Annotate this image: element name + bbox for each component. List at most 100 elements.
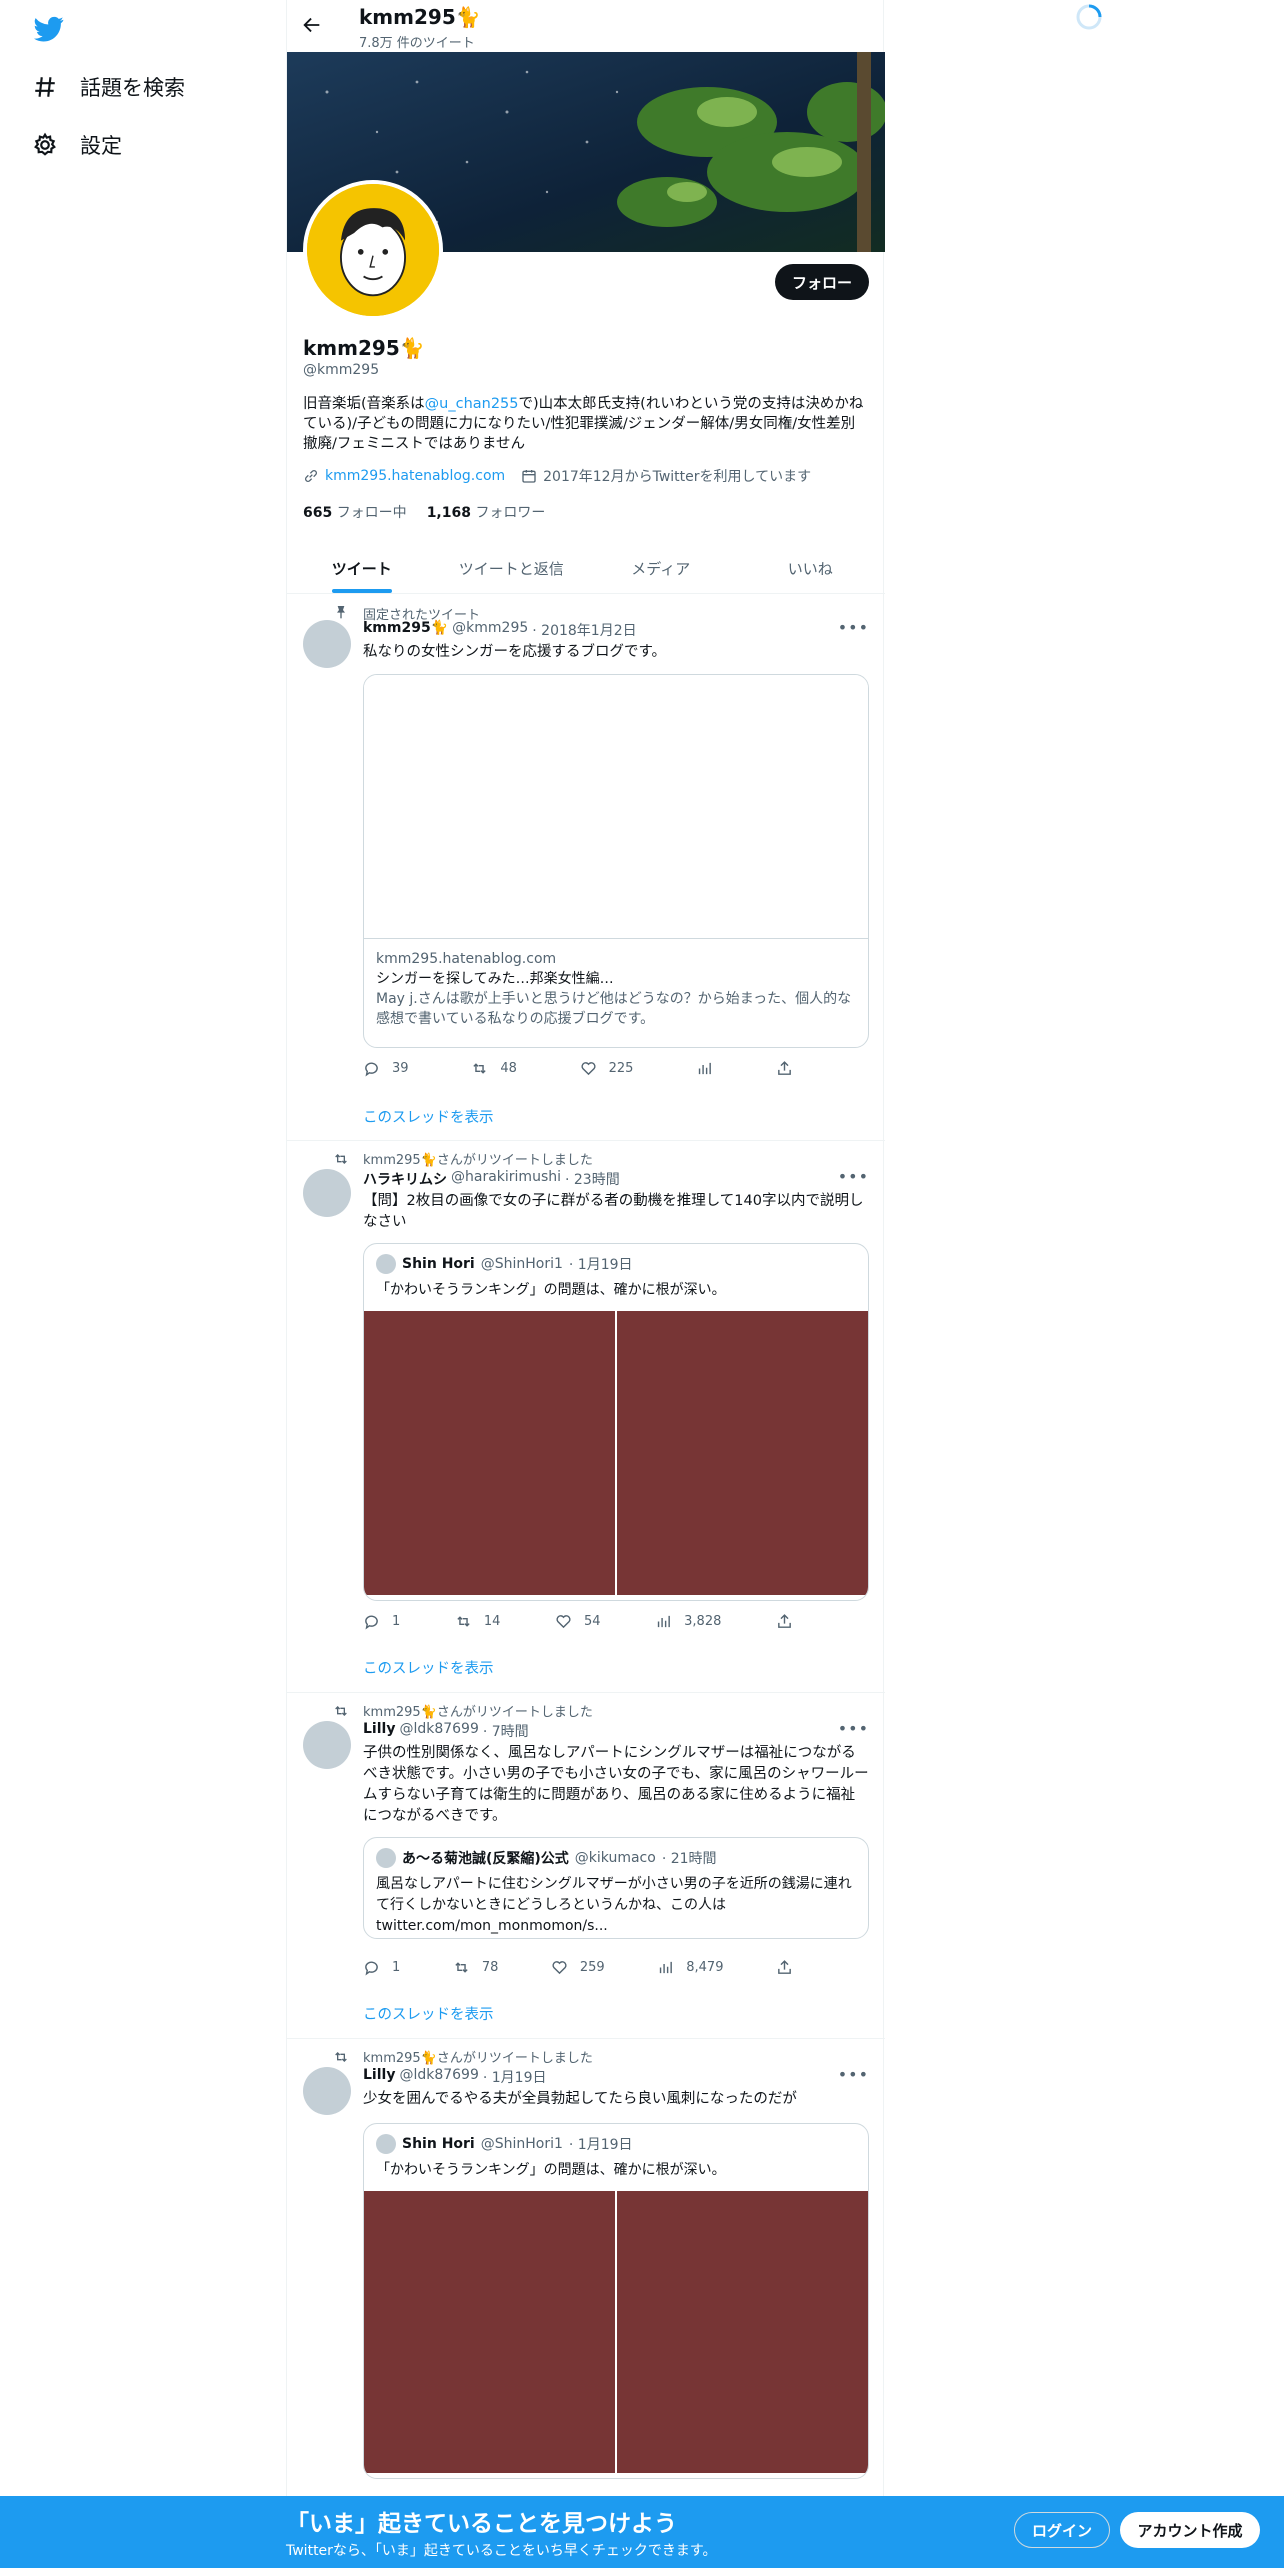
retweet-icon (335, 1154, 347, 1164)
login-button[interactable]: ログイン (1014, 2512, 1110, 2548)
retweet-button[interactable]: 48 (471, 1060, 517, 1077)
tab-tweets-replies[interactable]: ツイートと返信 (437, 544, 587, 593)
quote-image[interactable] (617, 1311, 868, 1595)
card-title: シンガーを探してみた…邦楽女性編… (376, 971, 614, 987)
reply-button[interactable]: 1 (363, 1613, 400, 1630)
quote-media[interactable] (364, 1311, 868, 1595)
tab-media[interactable]: メディア (586, 544, 736, 593)
more-options-icon[interactable]: ••• (838, 618, 869, 637)
tweet-header: Lilly @ldk87699 · 7時間 (363, 1721, 529, 1741)
joined-date: 2017年12月からTwitterを利用しています (543, 469, 812, 485)
nav-explore[interactable]: 話題を検索 (32, 72, 185, 102)
quote-image[interactable] (364, 1311, 615, 1595)
retweet-count: 78 (481, 1960, 499, 1975)
quote-tweet[interactable]: あ〜る菊池誠(反緊縮)公式 @kikumaco · 21時間 風呂なしアパートに… (363, 1837, 869, 1939)
author-handle[interactable]: @harakirimushi (451, 1169, 561, 1189)
analytics-button[interactable] (696, 1060, 713, 1077)
profile-avatar[interactable] (303, 180, 443, 320)
share-button[interactable] (776, 1959, 793, 1976)
pin-icon (337, 606, 345, 619)
author-name[interactable]: Lilly (363, 1721, 395, 1741)
retweet-button[interactable]: 78 (453, 1959, 499, 1976)
reply-button[interactable]: 39 (363, 1060, 409, 1077)
author-handle[interactable]: @ldk87699 (399, 2067, 478, 2087)
share-button[interactable] (776, 1060, 793, 1077)
signup-button[interactable]: アカウント作成 (1120, 2512, 1260, 2548)
reply-count: 1 (392, 1960, 401, 1975)
author-name[interactable]: ハラキリムシ (363, 1169, 447, 1189)
website-item[interactable]: kmm295.hatenablog.com (303, 466, 505, 486)
analytics-icon (657, 1615, 671, 1628)
show-thread-link[interactable]: このスレッドを表示 (363, 1657, 494, 1678)
tab-likes[interactable]: いいね (736, 544, 886, 593)
avatar[interactable] (303, 1169, 351, 1217)
reply-icon (365, 1062, 378, 1077)
share-button[interactable] (776, 1613, 793, 1630)
avatar[interactable] (303, 2067, 351, 2115)
tweet-text: 少女を囲んでるやる夫が全員勃起してたら良い風刺になったのだが (363, 2091, 797, 2107)
view-count: 8,479 (686, 1960, 724, 1975)
avatar[interactable] (303, 1721, 351, 1769)
more-options-icon[interactable]: ••• (838, 1167, 869, 1186)
bio-mention-link[interactable]: @u_chan255 (425, 396, 519, 412)
tab-tweets[interactable]: ツイート (287, 544, 437, 593)
website-link[interactable]: kmm295.hatenablog.com (325, 468, 505, 484)
twitter-logo-icon[interactable] (32, 14, 66, 44)
tweet-time[interactable]: · 2018年1月2日 (532, 620, 636, 640)
quote-image[interactable] (617, 2191, 868, 2473)
share-icon (778, 1960, 791, 1974)
retweeted-label[interactable]: kmm295🐈さんがリツイートしました (363, 1149, 593, 1168)
card-domain: kmm295.hatenablog.com (376, 951, 557, 967)
back-arrow-icon[interactable] (301, 14, 323, 36)
reply-button[interactable]: 1 (363, 1959, 400, 1976)
following-label: フォロー中 (336, 505, 407, 521)
retweet-icon (473, 1063, 486, 1074)
quote-media[interactable] (364, 2191, 868, 2473)
retweeted-label[interactable]: kmm295🐈さんがリツイートしました (363, 1701, 593, 1720)
author-name[interactable]: kmm295🐈 (363, 620, 448, 640)
retweet-icon (455, 1962, 468, 1973)
tweet[interactable]: 固定されたツイート kmm295🐈 @kmm295 · 2018年1月2日 ••… (287, 594, 885, 1141)
retweeted-label[interactable]: kmm295🐈さんがリツイートしました (363, 2047, 593, 2066)
more-options-icon[interactable]: ••• (838, 2065, 869, 2084)
followers-link[interactable]: 1,168 フォロワー (427, 502, 546, 522)
tweet-time[interactable]: · 1月19日 (483, 2067, 547, 2087)
author-name[interactable]: Lilly (363, 2067, 395, 2087)
loading-spinner-icon (1076, 4, 1102, 30)
retweet-button[interactable]: 14 (455, 1613, 500, 1630)
quote-tweet[interactable]: Shin Hori @ShinHori1 · 1月19日 「かわいそうランキング… (363, 1243, 869, 1601)
like-button[interactable]: 225 (580, 1060, 633, 1077)
following-link[interactable]: 665 フォロー中 (303, 502, 407, 522)
views-button[interactable]: 8,479 (657, 1959, 723, 1976)
quote-avatar (376, 1848, 396, 1868)
show-thread-link[interactable]: このスレッドを表示 (363, 2003, 494, 2024)
like-count: 54 (584, 1614, 601, 1629)
like-button[interactable]: 54 (555, 1613, 601, 1630)
retweet-count: 48 (500, 1061, 517, 1076)
reply-icon (365, 1961, 378, 1976)
author-handle[interactable]: @kmm295 (452, 620, 528, 640)
follow-button[interactable]: フォロー (775, 264, 869, 300)
heart-icon (556, 1615, 571, 1629)
tweet-time[interactable]: · 7時間 (483, 1721, 529, 1741)
quote-header: あ〜る菊池誠(反緊縮)公式 @kikumaco · 21時間 (364, 1838, 868, 1868)
view-count: 3,828 (684, 1614, 722, 1629)
more-options-icon[interactable]: ••• (838, 1719, 869, 1738)
nav-settings[interactable]: 設定 (32, 130, 122, 160)
link-card[interactable]: kmm295.hatenablog.com シンガーを探してみた…邦楽女性編… … (363, 674, 869, 1048)
avatar[interactable] (303, 620, 351, 668)
quote-avatar (376, 1254, 396, 1274)
like-button[interactable]: 259 (551, 1959, 605, 1976)
tweet[interactable]: kmm295🐈さんがリツイートしました Lilly @ldk87699 · 7時… (287, 1693, 885, 2039)
profile-bio: 旧音楽垢(音楽系は@u_chan255で)山本太郎氏支持(れいわという党の支持は… (303, 394, 869, 454)
tweet[interactable]: kmm295🐈さんがリツイートしました ハラキリムシ @harakirimush… (287, 1141, 885, 1693)
followers-count: 1,168 (426, 505, 471, 521)
tweet[interactable]: kmm295🐈さんがリツイートしました Lilly @ldk87699 · 1月… (287, 2039, 885, 2568)
quote-avatar (376, 2134, 396, 2154)
author-handle[interactable]: @ldk87699 (399, 1721, 478, 1741)
quote-image[interactable] (364, 2191, 615, 2473)
show-thread-link[interactable]: このスレッドを表示 (363, 1106, 494, 1127)
tweet-time[interactable]: · 23時間 (565, 1169, 620, 1189)
views-button[interactable]: 3,828 (655, 1613, 721, 1630)
quote-tweet[interactable]: Shin Hori @ShinHori1 · 1月19日 「かわいそうランキング… (363, 2123, 869, 2479)
